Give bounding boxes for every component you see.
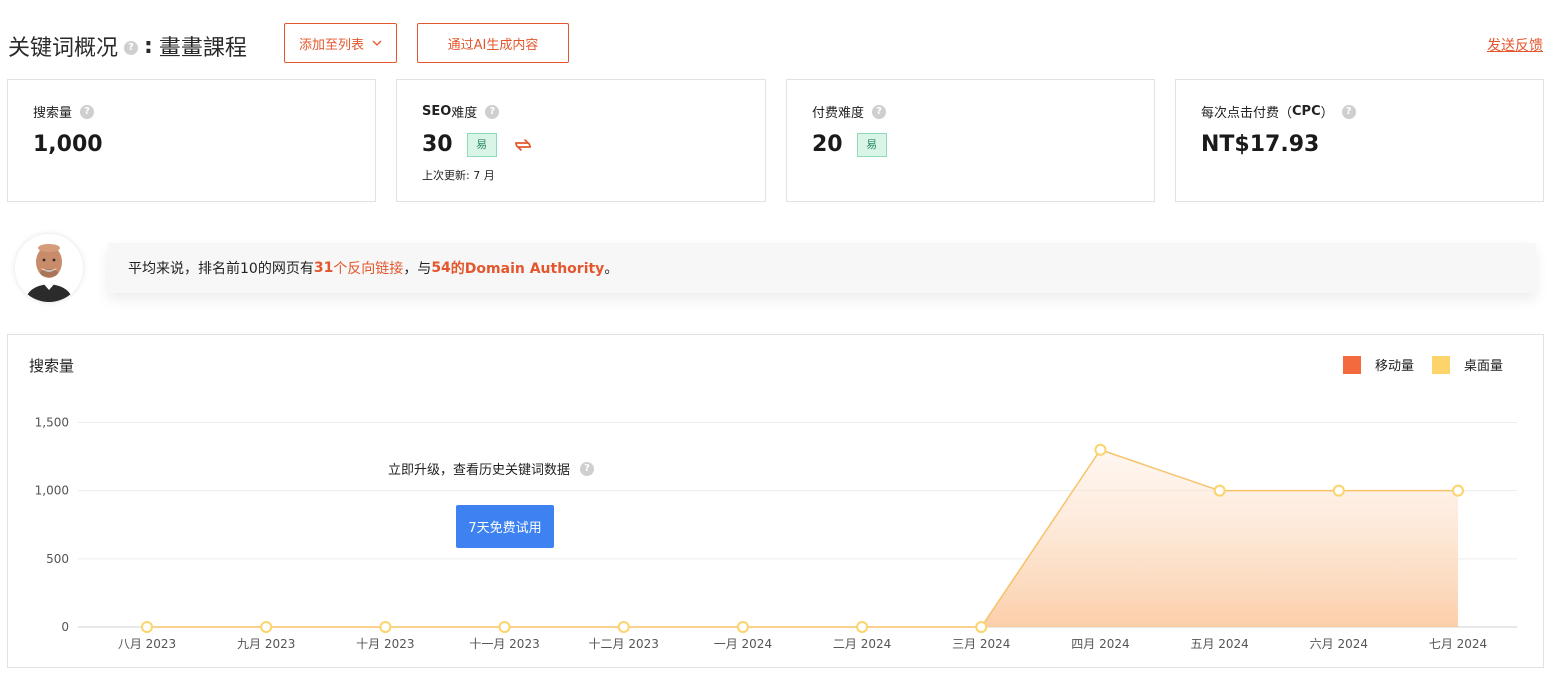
x-tick-label: 六月 2024	[1310, 637, 1368, 651]
ai-generate-button[interactable]: 通过AI生成内容	[417, 23, 569, 63]
x-tick-label: 三月 2024	[952, 637, 1010, 651]
free-trial-label: 7天免费试用	[468, 521, 542, 536]
x-tick-label: 八月 2023	[118, 637, 176, 651]
data-point-desktop	[975, 621, 988, 633]
difficulty-badge: 易	[466, 132, 497, 157]
data-point-desktop	[260, 621, 273, 633]
upgrade-text: 立即升级，查看历史关键词数据	[388, 463, 571, 478]
page-title: 关键词概况 ? : 畫畫課程	[8, 30, 247, 62]
metric-value-text: NT$17.93	[1201, 132, 1320, 157]
add-to-list-label: 添加至列表	[298, 37, 364, 53]
metric-label-text: 难度	[451, 106, 478, 121]
data-point-desktop	[617, 621, 630, 633]
y-tick-label: 0	[61, 620, 69, 634]
x-tick-label: 十一月 2023	[469, 637, 539, 651]
banner-text: 平均来说，排名前10的网页有	[128, 261, 314, 277]
x-tick-label: 二月 2024	[833, 637, 891, 651]
feedback-link[interactable]: 发送反馈	[1487, 35, 1543, 55]
metric-value-text: 1,000	[33, 132, 103, 157]
metric-label-bold: CPC	[1292, 104, 1321, 119]
metric-card-paid-difficulty: 付费难度 ? 20 易	[786, 79, 1155, 202]
page-title-text: 关键词概况	[8, 36, 119, 61]
difficulty-badge: 易	[856, 132, 887, 157]
y-tick-label: 1,000	[35, 484, 69, 498]
y-tick-label: 1,500	[35, 416, 69, 430]
data-point-desktop	[1332, 484, 1345, 497]
backlinks-link[interactable]: 个反向链接	[333, 258, 403, 278]
x-tick-label: 七月 2024	[1429, 637, 1487, 651]
ai-generate-label: 通过AI生成内容	[447, 37, 539, 53]
metric-value-text: 20	[812, 132, 843, 157]
legend-item-desktop[interactable]: 桌面量	[1431, 355, 1503, 374]
help-icon[interactable]: ?	[124, 41, 139, 55]
help-icon[interactable]: ?	[485, 104, 500, 119]
backlinks-banner: 平均来说，排名前10的网页有 31 个反向链接 ，与 54 的Domain Au…	[108, 243, 1536, 293]
x-tick-label: 五月 2024	[1190, 637, 1248, 651]
avatar	[15, 234, 83, 302]
title-colon: :	[144, 33, 153, 59]
search-volume-chart: 1,500 1,000 500 0 八月 2023 九月 2023 十月 2023 十一月 2…	[7, 334, 1544, 668]
refresh-icon[interactable]	[513, 135, 533, 155]
metric-value: NT$17.93	[1201, 132, 1319, 157]
legend-label: 移动量	[1374, 359, 1414, 374]
free-trial-button[interactable]: 7天免费试用	[456, 505, 554, 548]
data-point-desktop	[1452, 484, 1464, 497]
x-tick-label: 一月 2024	[714, 637, 772, 651]
backlinks-count: 31	[313, 260, 334, 276]
legend-item-mobile[interactable]: 移动量	[1342, 355, 1414, 374]
metric-label: 每次点击付费（ CPC ） ?	[1201, 102, 1356, 121]
metric-label: 付费难度 ?	[812, 102, 887, 121]
x-tick-label: 十二月 2023	[589, 637, 659, 651]
chart-title: 搜索量	[29, 357, 75, 375]
keyword-overview-header: 关键词概况 ? : 畫畫課程 添加至列表 通过AI生成内容 发送反馈	[0, 0, 1552, 80]
metric-label-text: 搜索量	[33, 106, 73, 121]
banner-text: ，与	[403, 261, 432, 277]
avatar-illustration	[15, 234, 83, 302]
x-tick-label: 九月 2023	[237, 637, 295, 651]
legend-label: 桌面量	[1463, 359, 1503, 374]
metric-label: SEO 难度 ?	[422, 102, 500, 121]
metric-card-cpc: 每次点击付费（ CPC ） ? NT$17.93	[1175, 79, 1544, 202]
last-updated: 上次更新: 7 月	[422, 169, 495, 182]
data-point-desktop	[498, 621, 511, 633]
data-point-desktop	[1094, 443, 1107, 456]
metric-label-text-post: ）	[1320, 106, 1334, 121]
metric-value: 1,000	[33, 132, 103, 157]
metric-label-text: 每次点击付费（	[1201, 106, 1293, 121]
x-tick-label: 十月 2023	[356, 637, 414, 651]
x-tick-label: 四月 2024	[1071, 637, 1129, 651]
metric-label-bold: SEO	[422, 104, 452, 119]
metric-card-seo-difficulty: SEO 难度 ? 30 易 上次更新: 7 月	[396, 79, 766, 202]
help-icon[interactable]: ?	[580, 461, 595, 476]
metric-value: 30 易	[422, 132, 533, 157]
data-point-desktop	[736, 621, 749, 633]
help-icon[interactable]: ?	[1341, 104, 1356, 119]
metric-label-text: 付费难度	[812, 106, 865, 121]
chart-canvas: 1,500 1,000 500 0 八月 2023 九月 2023 十月 2023 十一月 2…	[35, 416, 1517, 651]
data-point-desktop	[141, 621, 153, 633]
domain-authority-value: 54	[431, 260, 451, 276]
banner-text: 。	[604, 261, 619, 277]
data-point-desktop	[1213, 484, 1226, 497]
add-to-list-button[interactable]: 添加至列表	[284, 23, 397, 63]
metric-card-search-volume: 搜索量 ? 1,000	[7, 79, 376, 202]
help-icon[interactable]: ?	[872, 104, 887, 119]
data-point-desktop	[379, 621, 392, 633]
metric-value-text: 30	[422, 132, 453, 157]
domain-authority-label: 的Domain Authority	[450, 261, 605, 277]
metric-value: 20 易	[812, 132, 887, 157]
metric-label: 搜索量 ?	[33, 102, 95, 121]
chart-legend: 移动量 桌面量	[1325, 355, 1503, 374]
upgrade-prompt: 立即升级，查看历史关键词数据 ?	[388, 459, 595, 478]
area-desktop	[981, 449, 1458, 627]
keyword-text: 畫畫課程	[158, 36, 247, 61]
chevron-down-icon	[372, 40, 382, 46]
legend-swatch-mobile	[1342, 355, 1361, 374]
data-point-desktop	[856, 621, 869, 633]
help-icon[interactable]: ?	[80, 104, 95, 119]
y-tick-label: 500	[46, 552, 69, 566]
legend-swatch-desktop	[1431, 355, 1450, 374]
